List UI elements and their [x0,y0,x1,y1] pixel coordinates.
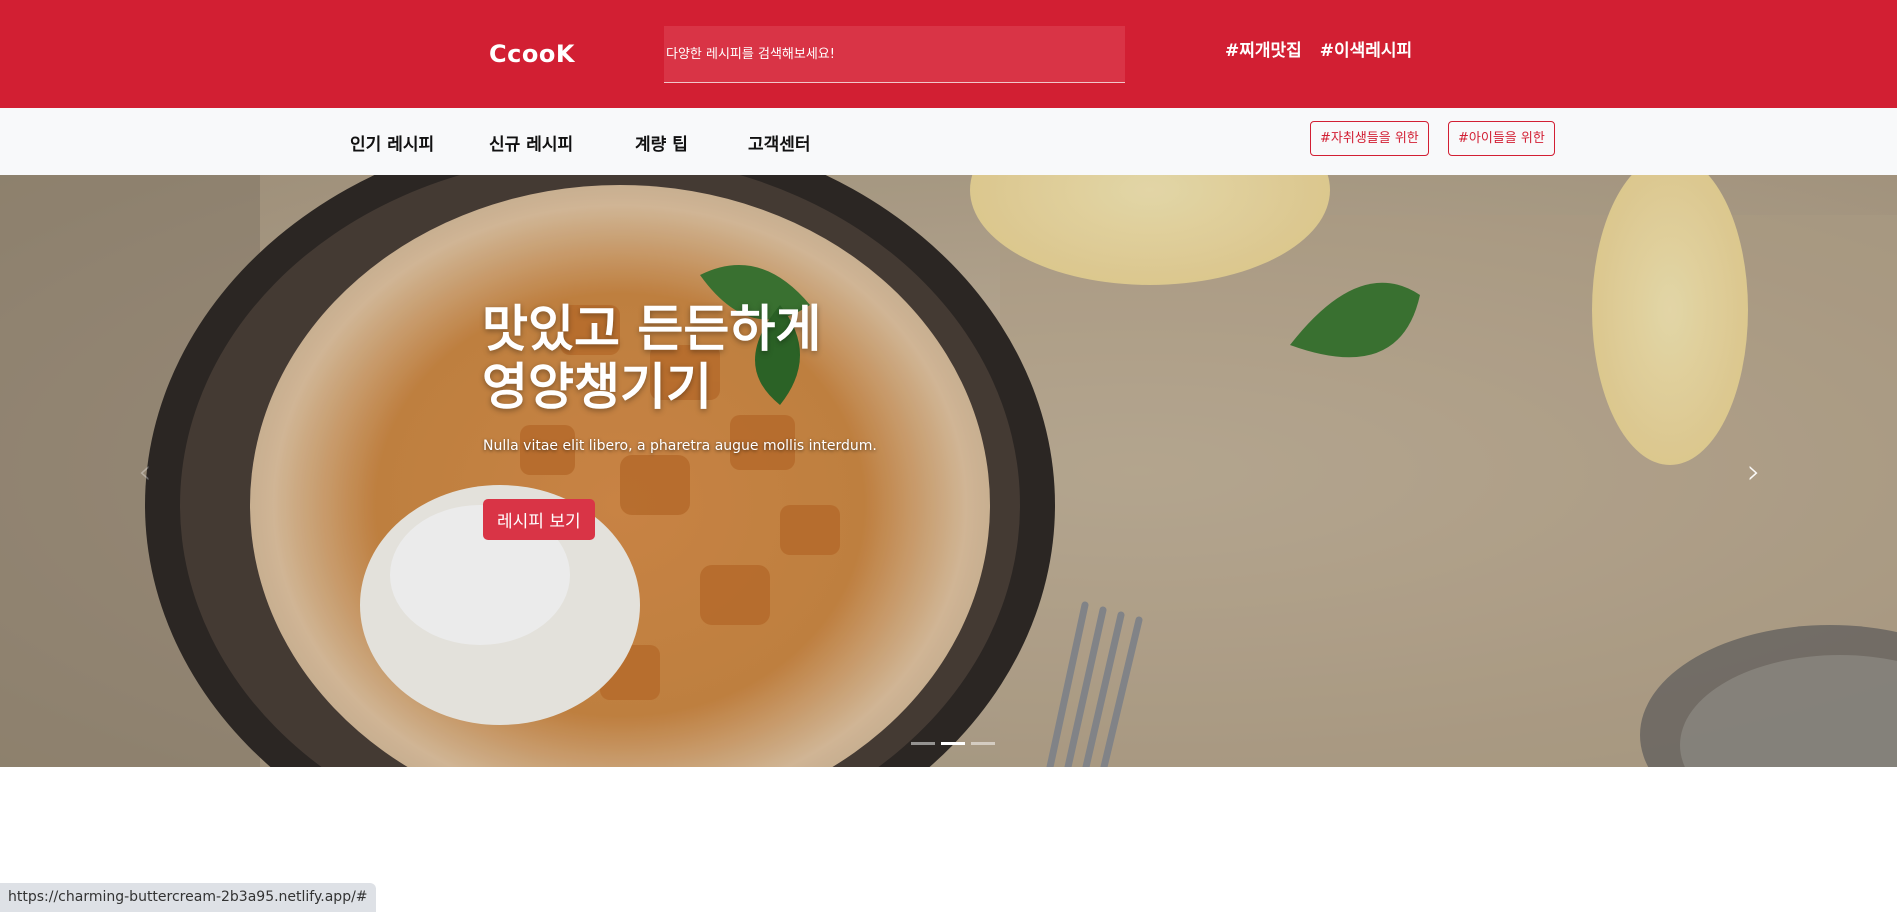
hero-background-image [0,175,1897,767]
hashtag-link-unique-recipe[interactable]: #이색레시피 [1320,41,1412,61]
status-bar-url: https://charming-buttercream-2b3a95.netl… [0,883,376,912]
hero-subtitle: Nulla vitae elit libero, a pharetra augu… [483,438,877,454]
header-hashtags: #찌개맛집 #이색레시피 [1225,36,1424,61]
carousel-indicators [911,742,995,745]
hero-title-line-1: 맛있고 든든하게 [482,300,822,358]
nav-item-customer-center[interactable]: 고객센터 [748,130,811,155]
view-recipe-button[interactable]: 레시피 보기 [483,499,595,540]
carousel-indicator-3[interactable] [971,742,995,745]
search-box[interactable] [664,26,1125,83]
main-nav: 인기 레시피 신규 레시피 계량 팁 고객센터 #자취생들을 위한 #아이들을 … [0,108,1897,175]
hashtag-link-stew[interactable]: #찌개맛집 [1225,41,1302,61]
tag-button-single-living[interactable]: #자취생들을 위한 [1310,121,1429,156]
top-header: CcooK #찌개맛집 #이색레시피 [0,0,1897,108]
search-input[interactable] [664,26,1125,82]
hero-carousel: 맛있고 든든하게 영양챙기기 Nulla vitae elit libero, … [0,175,1897,767]
nav-item-measuring-tips[interactable]: 계량 팁 [635,130,688,155]
nav-item-popular-recipes[interactable]: 인기 레시피 [350,130,434,155]
chevron-left-icon[interactable]: ‹ [138,455,152,489]
hero-title: 맛있고 든든하게 영양챙기기 [482,300,821,416]
hero-title-line-2: 영양챙기기 [482,358,712,416]
tag-button-for-kids[interactable]: #아이들을 위한 [1448,121,1555,156]
chevron-right-icon[interactable]: › [1747,455,1761,489]
carousel-indicator-1[interactable] [911,742,935,745]
carousel-indicator-2[interactable] [941,742,965,745]
logo[interactable]: CcooK [489,40,575,68]
nav-item-new-recipes[interactable]: 신규 레시피 [489,130,573,155]
